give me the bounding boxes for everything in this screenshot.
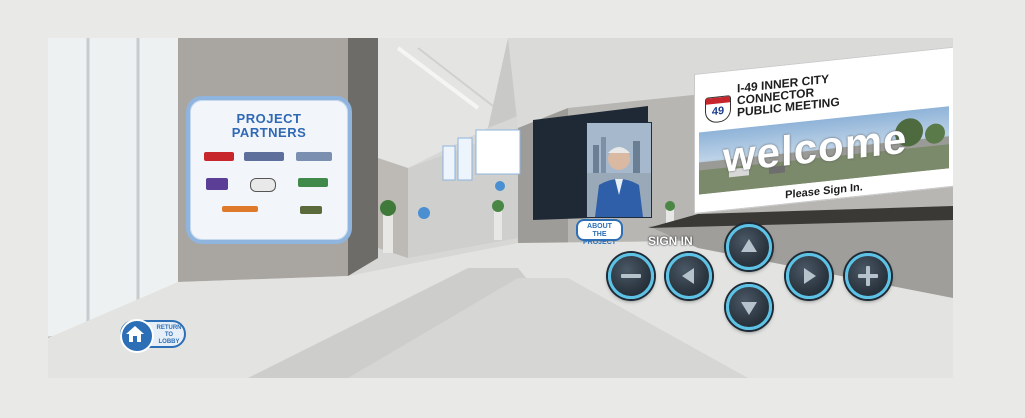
partner-logos-row <box>204 178 334 192</box>
move-forward-button[interactable] <box>726 224 772 270</box>
minus-icon <box>621 274 641 278</box>
partner-logo <box>298 178 328 187</box>
partner-logos-row <box>204 206 334 218</box>
sign-in-link[interactable]: SIGN IN <box>648 234 693 248</box>
partner-logo <box>250 178 276 192</box>
partners-title: PROJECT PARTNERS <box>231 111 307 140</box>
arrow-down-icon <box>741 302 757 315</box>
partner-logo <box>300 206 322 214</box>
presenter-image <box>587 123 651 217</box>
partner-logo <box>204 152 234 161</box>
route-number: 49 <box>711 104 725 119</box>
project-partners-board[interactable]: PROJECT PARTNERS <box>186 96 352 244</box>
zoom-out-button[interactable] <box>608 253 654 299</box>
about-the-project-button[interactable]: ABOUT THE PROJECT <box>576 219 623 246</box>
turn-right-button[interactable] <box>786 253 832 299</box>
arrow-up-icon <box>741 239 757 252</box>
zoom-in-button[interactable] <box>845 253 891 299</box>
welcome-billboard[interactable]: 49 I-49 INNER CITY CONNECTOR PUBLIC MEET… <box>694 46 953 214</box>
partner-logos-row <box>204 152 334 164</box>
partner-logo <box>222 206 258 212</box>
arrow-left-icon <box>682 268 694 284</box>
interstate-shield-icon: 49 <box>705 95 731 124</box>
plus-icon <box>858 266 878 286</box>
return-to-lobby-button[interactable]: RETURN TO LOBBY <box>120 319 186 353</box>
move-backward-button[interactable] <box>726 284 772 330</box>
presenter-video-screen[interactable] <box>586 122 652 218</box>
turn-left-button[interactable] <box>666 253 712 299</box>
partner-logo <box>296 152 332 161</box>
home-icon <box>120 319 154 353</box>
virtual-meeting-room[interactable]: PROJECT PARTNERS 49 I-49 INNER CITY CONN… <box>48 38 953 378</box>
arrow-right-icon <box>804 268 816 284</box>
return-to-lobby-label: RETURN TO LOBBY <box>156 325 182 345</box>
partner-logo <box>244 152 284 161</box>
partner-logo <box>206 178 228 190</box>
